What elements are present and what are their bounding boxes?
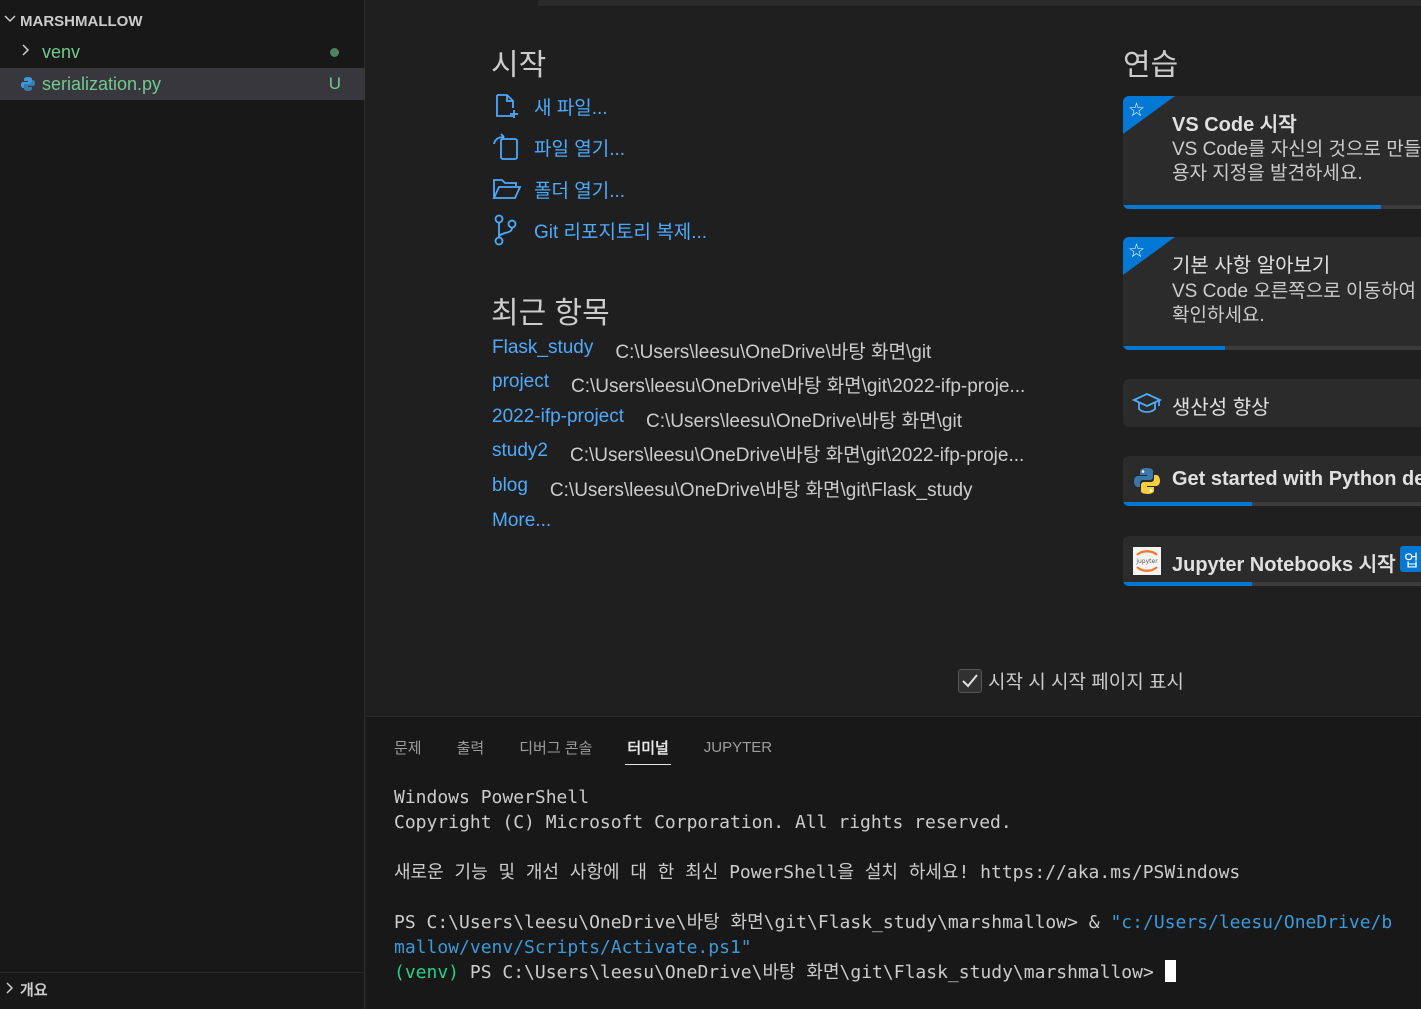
python-icon <box>1131 466 1163 496</box>
terminal-prompt: PS C:\Users\leesu\OneDrive\바탕 화면\git\Fla… <box>459 962 1165 983</box>
python-file-icon <box>20 75 42 93</box>
walkthrough-desc: 확인하세요. <box>1172 305 1265 326</box>
start-heading: 시작 <box>491 49 547 82</box>
more-recent-link[interactable]: More... <box>492 510 551 532</box>
outline-section-header[interactable]: 개요 <box>0 972 365 1006</box>
walkthrough-python[interactable]: Get started with Python dev <box>1123 456 1421 506</box>
tab-debug-console[interactable]: 디버그 콘솔 <box>519 731 592 763</box>
chevron-right-icon <box>0 981 20 999</box>
walkthrough-basics[interactable]: ☆ 기본 사항 알아보기 VS Code 오른쪽으로 이동하여 확인하세요. <box>1123 237 1421 350</box>
welcome-page: 시작 새 파일... 파일 열기... 폴더 열기... Git 리포지토리 복… <box>366 0 1421 716</box>
open-file-label: 파일 열기... <box>534 138 626 160</box>
star-icon: ☆ <box>1128 241 1146 262</box>
recent-item-link[interactable]: blog <box>492 475 528 502</box>
progress-bar <box>1123 582 1421 586</box>
recent-heading: 최근 항목 <box>491 297 610 330</box>
open-file-link[interactable]: 파일 열기... <box>492 130 625 164</box>
explorer-sidebar: MARSHMALLOW venv serialization.py U 개요 <box>0 0 365 1009</box>
walkthrough-vscode-start[interactable]: ☆ VS Code 시작 VS Code를 자신의 것으로 만들 용자 지정을 … <box>1123 96 1421 209</box>
walkthrough-title: 기본 사항 알아보기 <box>1172 255 1331 277</box>
new-file-label: 새 파일... <box>534 97 608 119</box>
tab-jupyter[interactable]: JUPYTER <box>704 731 772 763</box>
progress-fill <box>1123 502 1252 506</box>
recent-item-link[interactable]: 2022-ifp-project <box>492 406 624 433</box>
new-file-icon <box>492 92 534 120</box>
git-branch-icon <box>492 214 534 246</box>
new-file-link[interactable]: 새 파일... <box>492 89 608 123</box>
recent-item-link[interactable]: project <box>492 371 549 398</box>
recent-item: study2 C:\Users\leesu\OneDrive\바탕 화면\git… <box>492 440 1024 467</box>
walkthrough-desc: VS Code 오른쪽으로 이동하여 <box>1172 281 1416 302</box>
walkthrough-desc: VS Code를 자신의 것으로 만들 <box>1172 139 1421 160</box>
recent-item-path: C:\Users\leesu\OneDrive\바탕 화면\git\Flask_… <box>549 480 973 501</box>
tab-output[interactable]: 출력 <box>457 731 485 763</box>
progress-bar <box>1123 502 1421 506</box>
open-file-icon <box>492 133 534 161</box>
progress-fill <box>1123 582 1252 586</box>
recent-item: blog C:\Users\leesu\OneDrive\바탕 화면\git\F… <box>492 475 973 502</box>
tree-item-label: serialization.py <box>42 73 162 94</box>
walkthrough-title: Get started with Python dev <box>1172 468 1421 490</box>
recent-item-path: C:\Users\leesu\OneDrive\바탕 화면\git\2022-i… <box>569 445 1025 466</box>
walkthroughs-heading: 연습 <box>1123 49 1179 82</box>
chevron-down-icon <box>0 12 20 30</box>
mortarboard-icon <box>1131 388 1163 418</box>
outline-label: 개요 <box>20 982 48 999</box>
terminal-cursor <box>1164 960 1176 982</box>
terminal-command: "c:/Users/leesu/OneDrive/b <box>1110 912 1393 933</box>
open-folder-label: 폴더 열기... <box>534 180 626 202</box>
chevron-right-icon <box>20 43 42 62</box>
tree-item-label: venv <box>42 41 81 62</box>
progress-bar <box>1123 346 1421 350</box>
checkmark-icon <box>962 673 978 687</box>
terminal-line: 새로운 기능 및 개선 사항에 대 한 최신 PowerShell을 설치 하세… <box>394 862 1241 883</box>
tab-problems[interactable]: 문제 <box>394 731 422 763</box>
open-folder-icon <box>492 176 534 202</box>
walkthrough-title: 생산성 향상 <box>1172 397 1270 419</box>
git-status-badge: U <box>328 74 341 93</box>
terminal-output[interactable]: Windows PowerShell Copyright (C) Microso… <box>394 785 1392 985</box>
terminal-prompt: PS C:\Users\leesu\OneDrive\바탕 화면\git\Fla… <box>394 912 1111 933</box>
updated-badge: 업 <box>1400 546 1421 572</box>
open-folder-link[interactable]: 폴더 열기... <box>492 172 625 206</box>
walkthrough-jupyter[interactable]: jupyter Jupyter Notebooks 시작 업 <box>1123 536 1421 586</box>
show-on-startup-option[interactable]: 시작 시 시작 페이지 표시 <box>958 667 1184 694</box>
terminal-line: Copyright (C) Microsoft Corporation. All… <box>394 812 1012 833</box>
terminal-line: Windows PowerShell <box>394 787 590 808</box>
recent-item: Flask_study C:\Users\leesu\OneDrive\바탕 화… <box>492 337 931 364</box>
terminal-venv: (venv) <box>394 962 460 983</box>
startup-checkbox[interactable] <box>958 668 982 693</box>
git-status-dot <box>330 47 339 57</box>
panel-tabs: 문제 출력 디버그 콘솔 터미널 JUPYTER <box>394 731 807 765</box>
recent-item-path: C:\Users\leesu\OneDrive\바탕 화면\git\2022-i… <box>571 376 1026 397</box>
svg-text:jupyter: jupyter <box>1135 558 1158 565</box>
folder-header[interactable]: MARSHMALLOW <box>0 8 365 34</box>
recent-item: project C:\Users\leesu\OneDrive\바탕 화면\gi… <box>492 371 1025 398</box>
star-icon: ☆ <box>1128 100 1146 121</box>
progress-bar <box>1123 205 1421 209</box>
jupyter-icon: jupyter <box>1131 546 1163 576</box>
recent-item: 2022-ifp-project C:\Users\leesu\OneDrive… <box>492 406 962 433</box>
progress-fill <box>1123 346 1225 350</box>
walkthrough-title: Jupyter Notebooks 시작 <box>1172 554 1396 576</box>
bottom-panel: 문제 출력 디버그 콘솔 터미널 JUPYTER Windows PowerSh… <box>366 716 1421 1009</box>
git-clone-label: Git 리포지토리 복제... <box>534 221 708 243</box>
recent-item-path: C:\Users\leesu\OneDrive\바탕 화면\git <box>646 411 962 432</box>
walkthrough-desc: 용자 지정을 발견하세요. <box>1172 163 1363 184</box>
recent-item-path: C:\Users\leesu\OneDrive\바탕 화면\git <box>615 342 932 363</box>
terminal-command: mallow/venv/Scripts/Activate.ps1" <box>394 937 752 958</box>
tree-item-serialization[interactable]: serialization.py U <box>0 68 365 100</box>
git-clone-link[interactable]: Git 리포지토리 복제... <box>492 213 707 247</box>
recent-item-link[interactable]: Flask_study <box>492 337 593 364</box>
recent-item-link[interactable]: study2 <box>492 440 548 467</box>
walkthrough-productivity[interactable]: 생산성 향상 <box>1123 379 1421 427</box>
tab-terminal[interactable]: 터미널 <box>625 731 672 765</box>
walkthrough-title: VS Code 시작 <box>1172 114 1297 136</box>
folder-title: MARSHMALLOW <box>20 12 143 30</box>
tree-item-venv[interactable]: venv <box>0 36 365 68</box>
editor-top-strip <box>538 0 1421 6</box>
startup-label: 시작 시 시작 페이지 표시 <box>988 672 1184 693</box>
progress-fill <box>1123 205 1381 209</box>
